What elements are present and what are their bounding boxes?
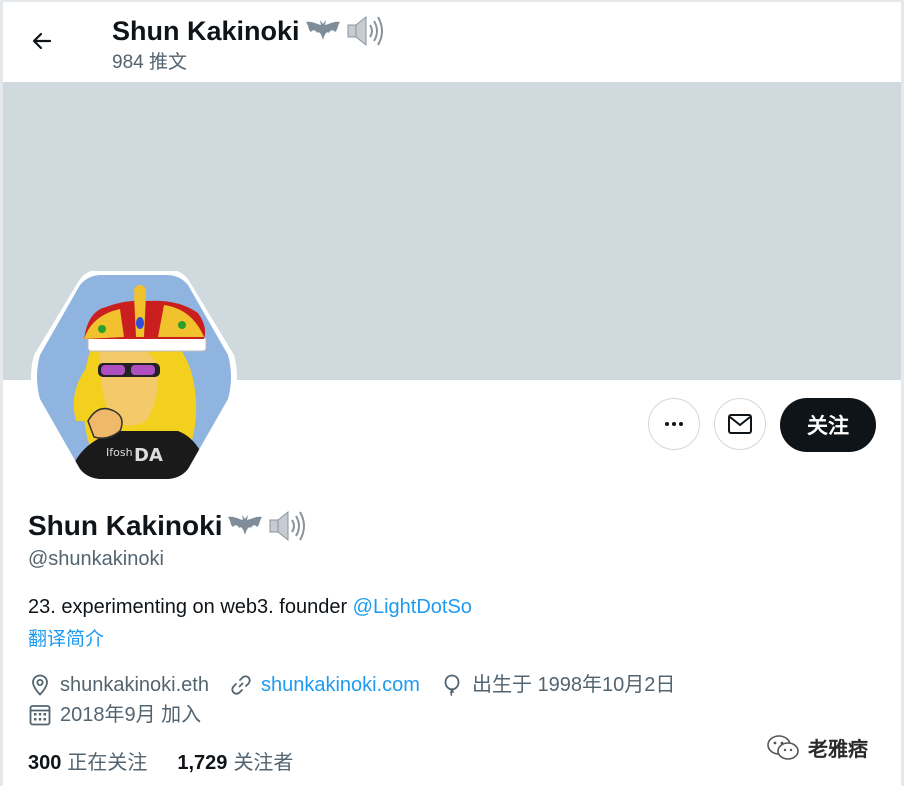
profile-header: Shun Kakinoki 984 推文 <box>3 2 901 82</box>
birthday-item: 出生于 1998年10月2日 <box>440 672 675 698</box>
followers-count: 1,729 <box>177 752 228 774</box>
header-name: Shun Kakinoki <box>112 14 384 48</box>
follow-button[interactable]: 关注 <box>780 398 876 452</box>
bio: 23. experimenting on web3. founder @Ligh… <box>28 594 472 620</box>
link-icon <box>231 675 251 695</box>
bio-mention-link[interactable]: @LightDotSo <box>353 596 472 618</box>
avatar[interactable]: Ifosh DA <box>28 271 240 483</box>
joined-text: 2018年9月 加入 <box>60 704 202 726</box>
following-link[interactable]: 300 正在关注 <box>28 750 147 776</box>
bio-text: 23. experimenting on web3. founder <box>28 596 353 618</box>
follow-stats: 300 正在关注 1,729 关注者 <box>28 750 293 776</box>
bat-icon <box>228 515 263 535</box>
svg-text:DA: DA <box>134 445 163 466</box>
header-name-text: Shun Kakinoki <box>112 16 300 46</box>
display-name: Shun Kakinoki <box>28 508 306 544</box>
arrow-left-icon <box>32 32 52 50</box>
message-button[interactable] <box>714 398 766 450</box>
followers-link[interactable]: 1,729 关注者 <box>177 750 293 776</box>
speaker-icon <box>269 510 306 542</box>
balloon-icon <box>444 674 460 697</box>
website-link[interactable]: shunkakinoki.com <box>261 672 420 698</box>
more-options-icon <box>665 422 683 426</box>
profile-meta-row: shunkakinoki.eth shunkakinoki.com 出生于 19… <box>28 672 695 698</box>
following-count: 300 <box>28 752 62 774</box>
location-text: shunkakinoki.eth <box>60 674 209 696</box>
website-item: shunkakinoki.com <box>229 672 420 698</box>
followers-label: 关注者 <box>233 752 294 774</box>
svg-text:Ifosh: Ifosh <box>106 446 133 459</box>
watermark: 老雅痞 <box>766 733 868 762</box>
calendar-icon <box>29 705 51 726</box>
speaker-icon <box>347 15 383 47</box>
back-button[interactable] <box>23 22 61 60</box>
wechat-icon <box>767 734 799 760</box>
tweet-count: 984 推文 <box>112 52 187 73</box>
bat-icon <box>305 20 340 40</box>
birthday-text: 出生于 1998年10月2日 <box>471 674 676 696</box>
user-handle: @shunkakinoki <box>28 548 164 570</box>
following-label: 正在关注 <box>67 752 148 774</box>
location-pin-icon <box>32 674 48 696</box>
more-options-button[interactable] <box>648 398 700 450</box>
profile-meta-row: 2018年9月 加入 <box>28 702 221 728</box>
display-name-text: Shun Kakinoki <box>28 510 223 541</box>
envelope-icon <box>728 414 752 434</box>
location-item: shunkakinoki.eth <box>28 672 209 698</box>
translate-bio-link[interactable]: 翻译简介 <box>28 627 104 653</box>
watermark-text: 老雅痞 <box>808 739 868 761</box>
joined-item: 2018年9月 加入 <box>28 702 201 728</box>
